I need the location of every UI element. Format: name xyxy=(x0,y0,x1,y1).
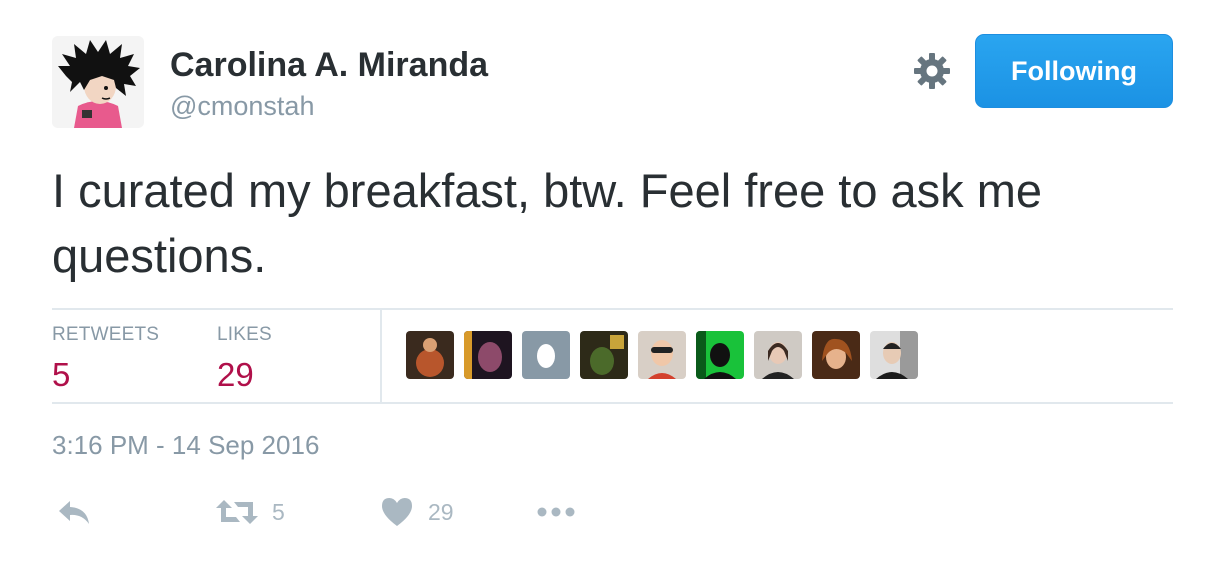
retweets-stat[interactable]: RETWEETS 5 xyxy=(52,324,159,394)
retweet-button[interactable]: 5 xyxy=(216,494,285,530)
avatar[interactable] xyxy=(52,36,144,128)
following-button[interactable]: Following xyxy=(975,34,1173,108)
stats-top-divider xyxy=(52,308,1173,310)
user-name[interactable]: Carolina A. Miranda xyxy=(170,46,488,85)
stats-vertical-divider xyxy=(380,310,382,402)
retweets-label: RETWEETS xyxy=(52,324,160,345)
liker-avatar[interactable] xyxy=(754,331,802,379)
likes-stat[interactable]: LIKES 29 xyxy=(217,324,272,394)
liker-avatar[interactable] xyxy=(638,331,686,379)
like-action-count: 29 xyxy=(428,498,454,525)
heart-icon xyxy=(382,498,412,526)
liker-avatar[interactable] xyxy=(522,331,570,379)
tweet-timestamp[interactable]: 3:16 PM - 14 Sep 2016 xyxy=(52,430,319,461)
retweet-action-count: 5 xyxy=(272,498,285,525)
reply-icon xyxy=(59,501,89,524)
liker-avatar[interactable] xyxy=(464,331,512,379)
likes-count: 29 xyxy=(217,356,254,393)
retweet-icon xyxy=(216,500,258,524)
gear-icon[interactable] xyxy=(912,51,952,91)
likers-avatar-row xyxy=(406,331,918,379)
liker-avatar[interactable] xyxy=(580,331,628,379)
likes-label: LIKES xyxy=(217,324,272,345)
more-icon xyxy=(537,507,575,517)
liker-avatar[interactable] xyxy=(406,331,454,379)
retweets-count: 5 xyxy=(52,356,71,393)
like-button[interactable]: 29 xyxy=(380,494,454,530)
liker-avatar[interactable] xyxy=(870,331,918,379)
liker-avatar[interactable] xyxy=(696,331,744,379)
user-handle[interactable]: @cmonstah xyxy=(170,91,314,122)
liker-avatar[interactable] xyxy=(812,331,860,379)
tweet-card: Carolina A. Miranda @cmonstah Following … xyxy=(0,0,1210,566)
tweet-text: I curated my breakfast, btw. Feel free t… xyxy=(52,164,1043,282)
reply-button[interactable] xyxy=(56,494,92,530)
more-button[interactable] xyxy=(536,494,576,530)
stats-bottom-divider xyxy=(52,402,1173,404)
